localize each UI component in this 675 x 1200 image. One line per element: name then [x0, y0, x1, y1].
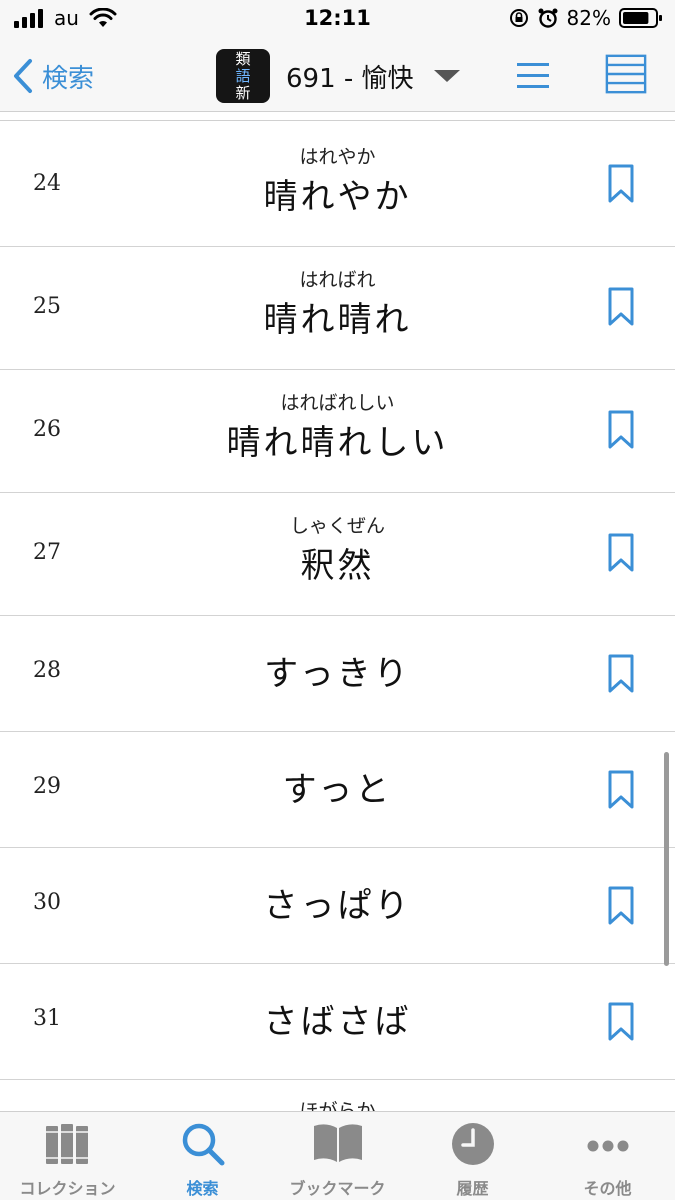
entry-row[interactable]: 28 すっきり [0, 616, 675, 732]
entry-word: 晴れ晴れ [263, 300, 412, 340]
tab-label-more: その他 [583, 1179, 632, 1198]
entry-row[interactable]: 30 さっぱり [0, 848, 675, 964]
entry-word: さばさば [263, 1002, 412, 1042]
screen: au 12:11 82% 検索 類 語 新 691 - 愉快 24 はれやか 晴… [0, 0, 675, 1200]
entry-word: 釈然 [300, 546, 375, 586]
scrollbar[interactable] [664, 752, 669, 966]
entry-row[interactable]: 27 しゃくぜん 釈然 [0, 493, 675, 616]
entry-words: はればれ 晴れ晴れ [0, 265, 675, 341]
logo-char-2: 語 [235, 66, 251, 85]
list-top-divider [0, 120, 675, 121]
entry-word: 晴れやか [263, 177, 412, 217]
more-icon [587, 1140, 628, 1152]
caret-down-icon [433, 70, 460, 82]
tab-more[interactable]: その他 [540, 1112, 675, 1200]
entry-reading: はればれ [299, 269, 376, 291]
bookmark-icon[interactable] [606, 410, 636, 450]
nav-bar: 検索 類 語 新 691 - 愉快 [0, 40, 675, 112]
entry-words: さばさば [0, 994, 675, 1043]
back-button[interactable]: 検索 [12, 54, 94, 98]
rotation-lock-icon [509, 9, 528, 27]
back-chevron-icon [14, 59, 32, 93]
status-right: 82% [509, 6, 663, 30]
books-icon [45, 1124, 88, 1164]
entry-row[interactable]: 26 はればれしい 晴れ晴れしい [0, 370, 675, 493]
bookmark-icon[interactable] [606, 654, 636, 694]
app-logo: 類 語 新 [216, 49, 270, 103]
entry-reading: しゃくぜん [289, 515, 385, 537]
battery-icon [619, 8, 662, 28]
entry-word: すっきり [264, 654, 411, 694]
page-title: 691 - 愉快 [286, 63, 414, 94]
entry-row[interactable]: 31 さばさば [0, 964, 675, 1080]
tab-label-bookmarks: ブックマーク [289, 1179, 386, 1198]
logo-char-3: 新 [235, 83, 251, 102]
entry-row[interactable]: 24 はれやか 晴れやか [0, 124, 675, 247]
status-bar: au 12:11 82% [0, 0, 675, 40]
entry-row[interactable]: 25 はればれ 晴れ晴れ [0, 247, 675, 370]
entry-words: はればれしい晴れ晴れしい [0, 388, 675, 464]
back-label: 検索 [42, 63, 95, 94]
entry-word: 晴れ晴れしい [226, 423, 449, 463]
bookmark-icon[interactable] [606, 287, 636, 327]
entry-words: はれやか 晴れやか [0, 142, 675, 218]
tab-label-history: 履歴 [456, 1179, 489, 1198]
next-entry-reading: ほがらか [299, 1100, 376, 1111]
bookmark-icon[interactable] [606, 886, 636, 926]
entry-word: すっと [282, 770, 393, 810]
tab-collection[interactable]: コレクション [0, 1112, 135, 1200]
entry-row[interactable]: 29 すっと [0, 732, 675, 848]
battery-percent: 82% [566, 6, 611, 30]
entry-list: 24 はれやか 晴れやか 25 はればれ 晴れ晴れ 26 はればれしい 晴れ晴れしい 27 しゃくぜ… [0, 124, 675, 1080]
search-icon [182, 1123, 224, 1166]
entry-reading: はれやか [299, 146, 376, 168]
open-book-icon [313, 1124, 362, 1162]
entry-words: しゃくぜん 釈然 [0, 511, 675, 587]
dictionary-selector[interactable]: 類 語 新 691 - 愉快 [216, 48, 460, 104]
list-icon[interactable] [513, 54, 557, 98]
logo-char-1: 類 [235, 49, 251, 68]
entry-reading: はればれしい [280, 392, 395, 414]
entry-words: さっぱり [0, 878, 675, 927]
clock-icon [451, 1123, 494, 1165]
tab-label-collection: コレクション [19, 1179, 116, 1198]
entry-words: すっと [0, 762, 675, 811]
bookmark-icon[interactable] [606, 770, 636, 810]
bookmark-icon[interactable] [606, 1002, 636, 1042]
tab-bookmarks[interactable]: ブックマーク [270, 1112, 405, 1200]
alarm-icon [538, 8, 558, 28]
entry-word: さっぱり [263, 886, 412, 926]
entry-words: すっきり [0, 646, 675, 695]
bookmark-icon[interactable] [606, 533, 636, 573]
table-icon[interactable] [604, 52, 648, 96]
tab-history[interactable]: 履歴 [405, 1112, 540, 1200]
tab-label-search: 検索 [186, 1179, 219, 1198]
bookmark-icon[interactable] [606, 164, 636, 204]
tab-bar: コレクション 検索 ブックマーク 履歴 その他 [0, 1111, 675, 1200]
tab-search[interactable]: 検索 [135, 1112, 270, 1200]
